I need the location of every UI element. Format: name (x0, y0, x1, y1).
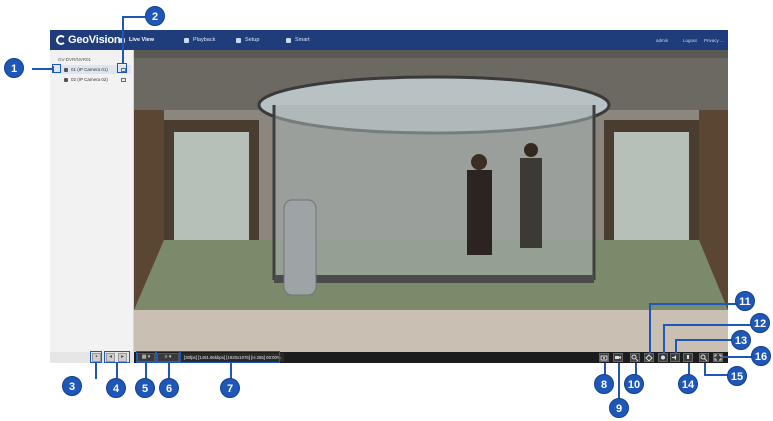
callout-leader (704, 374, 729, 376)
nav-playback[interactable]: Playback (184, 30, 215, 50)
camera-feed-image (134, 50, 728, 352)
callout-badge-13: 13 (731, 330, 751, 350)
camera-settings-icon[interactable] (121, 77, 126, 82)
callout-leader (649, 303, 737, 305)
callout-badge-12: 12 (750, 313, 770, 333)
logout-link[interactable]: Logout (683, 30, 697, 50)
nav-smart[interactable]: Smart (286, 30, 310, 50)
callout-leader (122, 16, 124, 64)
callout-highlight (104, 351, 130, 363)
callout-badge-2: 2 (145, 6, 165, 26)
callout-badge-4: 4 (106, 378, 126, 398)
callout-badge-1: 1 (4, 58, 24, 78)
camera-list-item[interactable]: 02 (IP Camera 02) (54, 75, 131, 84)
gear-icon (236, 37, 241, 43)
callout-leader (122, 16, 147, 18)
callout-leader (663, 324, 752, 326)
callout-highlight (90, 351, 102, 363)
privacy-link[interactable]: Privacy ... (704, 30, 724, 50)
callout-leader (649, 303, 651, 353)
callout-highlight (52, 64, 61, 73)
callout-leader (675, 339, 732, 341)
callout-leader (95, 363, 97, 379)
callout-highlight (156, 351, 180, 363)
callout-badge-3: 3 (62, 376, 82, 396)
camera-list-sidebar (50, 50, 134, 352)
callout-badge-9: 9 (609, 398, 629, 418)
ptz-icon[interactable] (644, 353, 654, 362)
smart-icon (286, 37, 291, 43)
camera-label: 01 (IP Camera 01) (71, 67, 108, 72)
callout-badge-10: 10 (624, 374, 644, 394)
callout-highlight (180, 351, 280, 363)
search-icon[interactable] (699, 353, 709, 362)
callout-badge-7: 7 (220, 378, 240, 398)
microphone-icon[interactable] (683, 353, 693, 362)
nav-live-view[interactable]: Live View (120, 30, 154, 50)
callout-badge-14: 14 (678, 374, 698, 394)
callout-highlight (136, 351, 156, 363)
audio-in-icon[interactable] (658, 353, 668, 362)
camera-icon (64, 77, 68, 82)
callout-badge-11: 11 (735, 291, 755, 311)
camera-label: 02 (IP Camera 02) (71, 77, 108, 82)
callout-badge-15: 15 (727, 366, 747, 386)
live-video-view[interactable] (134, 50, 728, 352)
brand-name: GeoVision (68, 34, 121, 46)
logo-icon (56, 35, 66, 45)
record-icon[interactable] (613, 353, 623, 362)
callout-badge-5: 5 (135, 378, 155, 398)
callout-badge-6: 6 (159, 378, 179, 398)
user-admin[interactable]: admin (656, 30, 668, 50)
nav-setup[interactable]: Setup (236, 30, 259, 50)
snapshot-icon[interactable] (599, 353, 609, 362)
callout-highlight (117, 63, 127, 73)
callout-badge-8: 8 (594, 374, 614, 394)
callout-leader (723, 356, 753, 358)
fullscreen-icon[interactable] (713, 353, 723, 362)
device-tree-root[interactable]: GV-DVR/NVR01 (58, 57, 91, 62)
callout-leader (663, 324, 665, 353)
zoom-icon[interactable] (630, 353, 640, 362)
callout-leader (618, 363, 620, 401)
callout-leader (32, 68, 53, 70)
callout-leader (675, 339, 677, 353)
speaker-icon[interactable] (670, 353, 680, 362)
callout-badge-16: 16 (751, 346, 771, 366)
camera-icon (64, 67, 68, 72)
geovision-logo: GeoVision (56, 33, 121, 47)
playback-icon (184, 37, 189, 43)
